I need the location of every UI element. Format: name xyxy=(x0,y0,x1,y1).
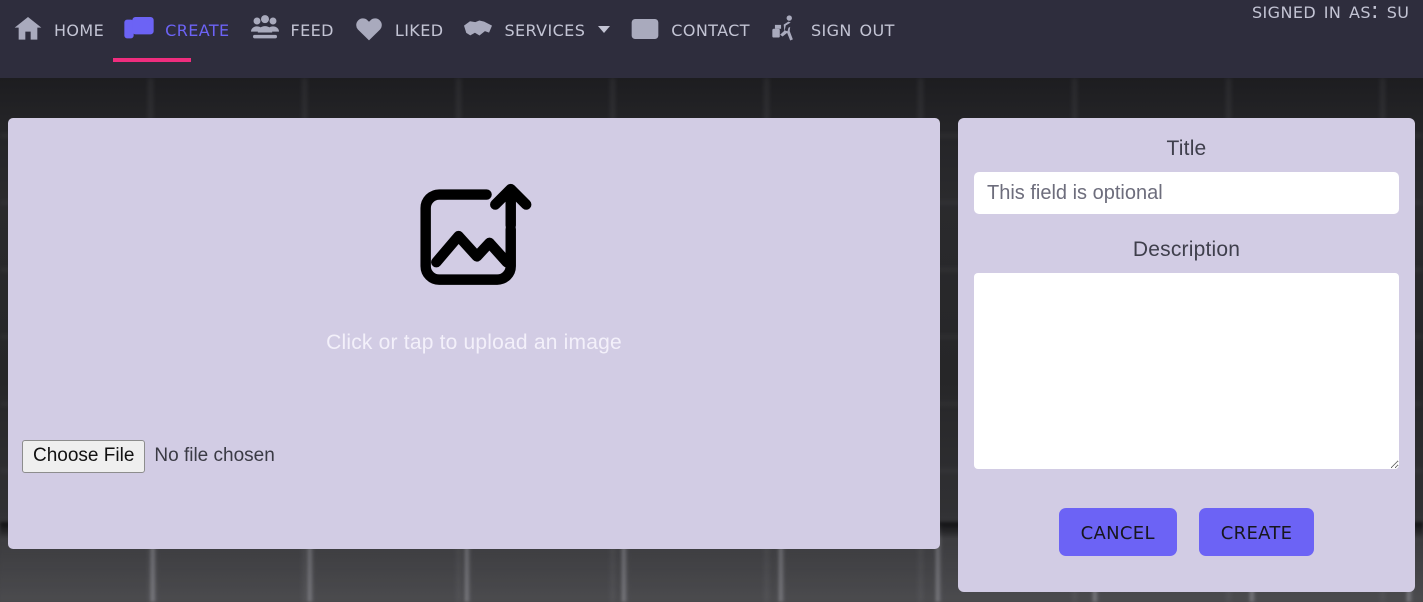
nav-link-home[interactable]: home xyxy=(2,0,113,58)
nav-link-create[interactable]: create xyxy=(113,0,238,62)
walking-luggage-icon xyxy=(768,13,802,45)
image-upload-icon xyxy=(412,181,536,297)
dropzone-instruction-text: Click or tap to upload an image xyxy=(326,331,622,354)
users-group-icon xyxy=(248,13,282,45)
signed-in-as-text: signed in as: su xyxy=(1252,0,1410,24)
main-navbar: home create feed liked services contact … xyxy=(0,0,1423,78)
title-input[interactable] xyxy=(974,172,1399,215)
nav-link-liked[interactable]: liked xyxy=(343,0,453,58)
nav-label-create: create xyxy=(165,16,230,42)
nav-link-feed[interactable]: feed xyxy=(239,0,343,58)
nav-link-contact[interactable]: contact xyxy=(619,0,759,58)
images-icon xyxy=(122,13,156,45)
cancel-button[interactable]: cancel xyxy=(1058,508,1177,556)
description-field-label: Description xyxy=(1132,238,1241,262)
nav-label-feed: feed xyxy=(290,16,334,42)
nav-link-sign-out[interactable]: sign out xyxy=(759,0,904,58)
image-dropzone[interactable]: Click or tap to upload an image xyxy=(8,118,940,418)
active-tab-underline xyxy=(113,58,192,62)
nav-link-services[interactable]: services xyxy=(452,0,619,58)
nav-label-contact: contact xyxy=(671,16,750,42)
title-field-label: Title xyxy=(1166,137,1207,160)
choose-file-button[interactable]: Choose File xyxy=(22,440,146,473)
chevron-down-icon xyxy=(598,25,611,33)
nav-label-sign-out: sign out xyxy=(810,16,895,42)
nav-label-liked: liked xyxy=(394,16,444,42)
create-post-form-panel: Title Description cancel create xyxy=(958,118,1415,592)
navbar-items: home create feed liked services contact … xyxy=(0,0,1423,78)
handshake-icon xyxy=(461,13,495,45)
image-upload-panel: Click or tap to upload an image Choose F… xyxy=(8,118,940,549)
file-input-row: Choose File No file chosen xyxy=(22,440,275,473)
create-button[interactable]: create xyxy=(1198,508,1315,556)
nav-label-services: services xyxy=(504,16,586,42)
form-action-buttons: cancel create xyxy=(974,508,1399,556)
heart-icon xyxy=(352,13,386,45)
id-card-icon xyxy=(628,13,662,45)
description-textarea[interactable] xyxy=(974,273,1399,470)
nav-label-home: home xyxy=(54,16,105,42)
home-icon xyxy=(11,13,45,45)
file-name-status: No file chosen xyxy=(154,445,275,467)
